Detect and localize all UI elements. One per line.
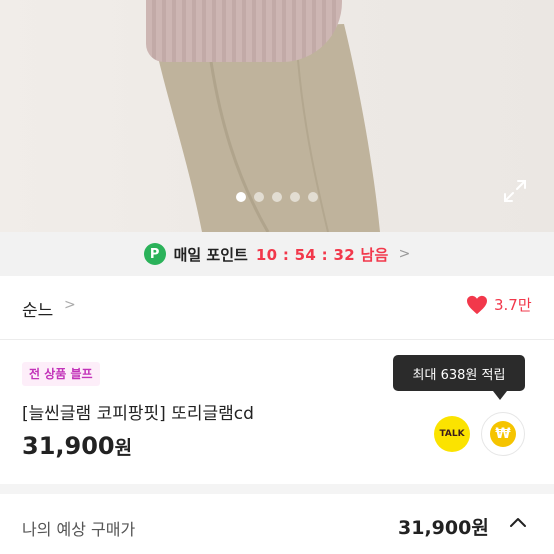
price-unit: 원 — [114, 437, 133, 459]
section-divider — [0, 484, 554, 494]
points-timer: 10 : 54 : 32 남음 — [255, 245, 389, 264]
brand-row: 순느 > 3.7만 — [0, 276, 554, 340]
daily-points-banner[interactable]: P 매일 포인트 10 : 54 : 32 남음 > — [0, 232, 554, 276]
like-button[interactable]: 3.7만 — [466, 294, 532, 315]
kakao-talk-button[interactable]: TALK — [434, 416, 470, 452]
expected-price-row[interactable]: 나의 예상 구매가 31,900원 — [0, 494, 554, 554]
carousel-dot-2[interactable] — [254, 192, 264, 202]
chevron-right-icon[interactable]: > — [64, 297, 76, 313]
carousel-dot-1[interactable] — [236, 192, 246, 202]
chevron-up-icon[interactable] — [506, 510, 530, 534]
points-label: 매일 포인트 — [173, 245, 248, 264]
expected-price-label: 나의 예상 구매가 — [22, 520, 136, 539]
carousel-dot-4[interactable] — [290, 192, 300, 202]
points-icon: P — [143, 243, 166, 265]
carousel-dot-5[interactable] — [308, 192, 318, 202]
product-top-garment — [146, 0, 342, 62]
reward-point-button[interactable]: ₩ — [481, 412, 525, 456]
brand-name[interactable]: 순느 — [22, 296, 53, 321]
expand-icon[interactable] — [500, 176, 530, 206]
expected-price-amount: 31,900원 — [398, 517, 489, 539]
talk-icon: TALK — [439, 429, 465, 439]
like-count: 3.7만 — [494, 296, 532, 314]
product-title: [늘씬글램 코피팡핏] 또리글램cd — [22, 404, 254, 424]
reward-tooltip: 최대 638원 적립 — [393, 355, 525, 400]
carousel-indicator — [0, 192, 554, 206]
promo-tag: 전 상품 블프 — [22, 362, 100, 386]
price-value: 31,900 — [22, 432, 115, 460]
product-image-carousel[interactable] — [0, 0, 554, 232]
chevron-right-icon: > — [398, 246, 411, 262]
product-price: 31,900원 — [22, 432, 132, 460]
heart-icon — [467, 295, 487, 314]
won-coin-icon: ₩ — [490, 421, 516, 447]
carousel-dot-3[interactable] — [272, 192, 282, 202]
